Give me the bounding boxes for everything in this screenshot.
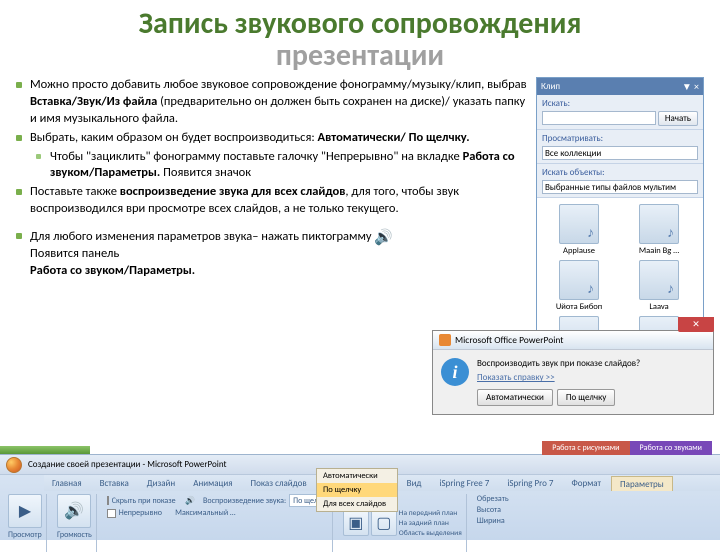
- search-input[interactable]: [542, 111, 656, 125]
- context-tab-pictures[interactable]: Работа с рисунками: [542, 441, 629, 455]
- arrange-label[interactable]: Область выделения: [399, 529, 462, 538]
- help-link[interactable]: Показать справку >>: [477, 372, 705, 383]
- objects-label: Искать объекты:: [542, 167, 698, 178]
- arrange-label[interactable]: На передний план: [399, 509, 462, 518]
- title-line2: презентации: [16, 40, 704, 72]
- office-button[interactable]: [6, 457, 22, 473]
- clip-item[interactable]: Applause: [541, 204, 617, 256]
- auto-button[interactable]: Автоматически: [477, 389, 553, 406]
- window-title: Создание своей презентации - Microsoft P…: [28, 459, 227, 470]
- info-icon: i: [441, 358, 469, 386]
- sound-icon: [374, 228, 396, 246]
- subbullet-1: Чтобы "зациклить" фонограмму поставьте г…: [36, 149, 528, 183]
- back-button[interactable]: ▢: [371, 510, 397, 536]
- tab[interactable]: Формат: [563, 476, 609, 491]
- menu-item[interactable]: Автоматически: [317, 469, 397, 483]
- browse-label: Просматривать:: [542, 133, 698, 144]
- tab[interactable]: Показ слайдов: [243, 476, 315, 491]
- browse-select[interactable]: Все коллекции: [542, 146, 698, 160]
- sound-dialog: ✕ Microsoft Office PowerPoint i Воспроиз…: [432, 330, 714, 415]
- crop-label[interactable]: Обрезать: [477, 494, 509, 504]
- search-button[interactable]: Начать: [658, 111, 698, 126]
- front-button[interactable]: ▣: [343, 510, 369, 536]
- tab-active[interactable]: Параметры: [611, 476, 673, 491]
- clip-item[interactable]: Laava: [621, 260, 697, 312]
- objects-select[interactable]: Выбранные типы файлов мультим: [542, 180, 698, 194]
- dialog-title: Microsoft Office PowerPoint: [433, 331, 713, 350]
- clip-title: Клип: [541, 81, 560, 92]
- tab[interactable]: Вид: [399, 476, 430, 491]
- hide-checkbox[interactable]: [107, 496, 109, 505]
- bullet-4: Для любого изменения параметров звука– н…: [16, 228, 528, 280]
- dialog-close[interactable]: ✕: [678, 317, 714, 332]
- loop-checkbox[interactable]: [107, 509, 116, 518]
- bullet-1: Можно просто добавить любое звуковое соп…: [16, 77, 528, 128]
- preview-button[interactable]: ▶: [8, 494, 42, 528]
- clip-item[interactable]: Uйота Бибоп: [541, 260, 617, 312]
- group-label: Просмотр: [8, 530, 42, 540]
- search-label: Искать:: [542, 98, 698, 109]
- clip-close[interactable]: ▼ ×: [682, 80, 699, 93]
- dialog-question: Воспроизводить звук при показе слайдов?: [477, 358, 705, 369]
- tab[interactable]: Вставка: [92, 476, 137, 491]
- tab[interactable]: Дизайн: [139, 476, 183, 491]
- clip-item[interactable]: Maain Bg …: [621, 204, 697, 256]
- menu-item[interactable]: Для всех слайдов: [317, 497, 397, 511]
- volume-button[interactable]: 🔊: [57, 494, 91, 528]
- tab[interactable]: iSpring Free 7: [431, 476, 497, 491]
- arrange-label[interactable]: На задний план: [399, 519, 462, 528]
- bullet-2: Выбрать, каким образом он будет воспроиз…: [16, 130, 528, 147]
- size-label: Ширина: [477, 516, 505, 526]
- bullet-3: Поставьте также воспроизведение звука дл…: [16, 184, 528, 218]
- tab[interactable]: iSpring Pro 7: [499, 476, 561, 491]
- menu-item-selected[interactable]: По щелчку: [317, 483, 397, 497]
- click-button[interactable]: По щелчку: [557, 389, 615, 406]
- size-label: Высота: [477, 505, 501, 515]
- ribbon: Работа с рисунками Работа со звуками Соз…: [0, 454, 720, 540]
- group-label: Громкость: [57, 530, 92, 540]
- tab[interactable]: Главная: [44, 476, 90, 491]
- playback-menu: Автоматически По щелчку Для всех слайдов: [316, 468, 398, 512]
- title-line1: Запись звукового сопровождения: [16, 8, 704, 40]
- green-accent: [0, 446, 90, 454]
- tab[interactable]: Анимация: [185, 476, 240, 491]
- context-tab-sounds[interactable]: Работа со звуками: [630, 441, 713, 455]
